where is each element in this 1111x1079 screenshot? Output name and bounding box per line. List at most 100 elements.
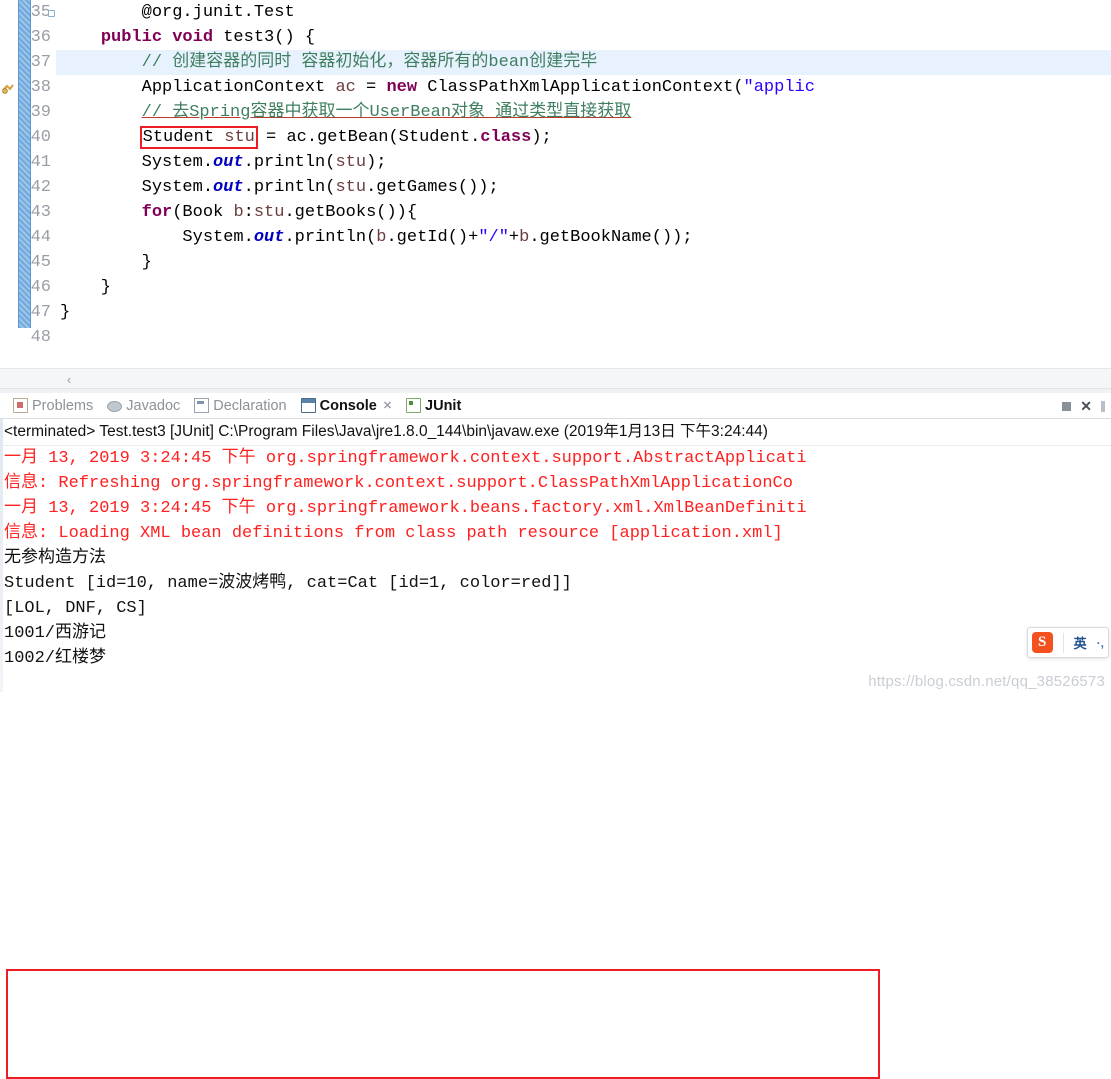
code-line[interactable] [56, 325, 1111, 350]
line-number: 36 [30, 28, 51, 47]
code-token: .println( [284, 228, 377, 247]
code-token: "/" [478, 228, 509, 247]
code-line[interactable]: public void test3() { [56, 25, 1111, 50]
console-line: 无参构造方法 [4, 549, 106, 568]
code-line[interactable]: System.out.println(stu.getGames()); [56, 175, 1111, 200]
tab-label: Javadoc [126, 397, 181, 414]
blog-watermark: https://blog.csdn.net/qq_38526573 [868, 673, 1105, 690]
sogou-ime-toolbar[interactable]: S 英 ·, [1026, 627, 1109, 658]
console-output-panel[interactable]: <terminated> Test.test3 [JUnit] C:\Progr… [0, 419, 1111, 692]
tab-label: Console [319, 397, 377, 414]
console-icon [300, 398, 316, 413]
sogou-logo-icon[interactable]: S [1031, 632, 1053, 653]
code-line[interactable]: ApplicationContext ac = new ClassPathXml… [56, 75, 1111, 100]
console-line: 1002/红楼梦 [4, 649, 107, 668]
code-token: } [60, 303, 71, 322]
code-token: + [508, 228, 520, 247]
code-token: out [213, 153, 244, 172]
ime-mode-label[interactable]: 英 [1074, 633, 1087, 652]
code-token: .println( [243, 178, 336, 197]
editor-horizontal-scrollbar[interactable]: ‹ [0, 368, 1111, 390]
close-icon[interactable]: ✕ [1080, 399, 1092, 413]
code-line[interactable]: @org.junit.Test [56, 0, 1111, 25]
editor-gutter[interactable]: 35 36 37 38 39 40 41 42 43 44 45 46 47 48 [0, 0, 56, 369]
code-token: ); [531, 128, 552, 147]
code-token: "applic [743, 78, 815, 97]
line-number: 39 [30, 103, 51, 122]
code-line[interactable]: } [56, 275, 1111, 300]
code-token: (Book [172, 203, 234, 222]
declaration-icon [194, 398, 210, 413]
code-token: ); [366, 153, 387, 172]
tab-label: JUnit [425, 397, 462, 414]
tab-close-icon[interactable]: ✕ [383, 399, 392, 412]
minimize-icon[interactable] [1062, 401, 1072, 411]
java-editor[interactable]: 35 36 37 38 39 40 41 42 43 44 45 46 47 48 @org.junit.… [0, 0, 1111, 390]
view-tab-bar[interactable]: ✕ Problems Javadoc Declaration Console ✕ JUni… [0, 393, 1111, 419]
code-token: : [243, 203, 254, 222]
code-token: ac [335, 78, 356, 97]
console-view: ✕ Problems Javadoc Declaration Console ✕ JUni… [0, 393, 1111, 1079]
view-toolbar[interactable]: ✕ [1062, 393, 1105, 419]
tab-javadoc[interactable]: Javadoc [100, 394, 187, 418]
code-line[interactable]: System.out.println(stu); [56, 150, 1111, 175]
code-token: b [519, 228, 530, 247]
code-token: = ac.getBean(Student. [255, 128, 481, 147]
tab-junit[interactable]: JUnit [399, 394, 468, 418]
code-token: out [213, 178, 244, 197]
code-line[interactable]: for(Book b:stu.getBooks()){ [56, 200, 1111, 225]
code-area[interactable]: @org.junit.Test public void test3() { //… [56, 0, 1111, 369]
console-line: 1001/西游记 [4, 624, 107, 643]
process-terminated-line: <terminated> Test.test3 [JUnit] C:\Progr… [0, 419, 1111, 446]
line-number: 38 [30, 78, 51, 97]
code-token: ClassPathXmlApplicationContext( [417, 78, 744, 97]
code-token: System. [60, 228, 254, 247]
code-token: for [141, 203, 173, 222]
tab-console[interactable]: Console ✕ [294, 394, 399, 418]
code-line[interactable]: // 去Spring容器中获取一个UserBean对象 通过类型直接获取 [56, 100, 1111, 125]
ime-extra-label[interactable]: ·, [1097, 636, 1104, 650]
console-line: [LOL, DNF, CS] [4, 599, 147, 618]
tab-declaration[interactable]: Declaration [187, 394, 293, 418]
code-token: test3() { [213, 28, 316, 47]
code-token: stu [224, 128, 255, 147]
code-token: .println( [243, 153, 336, 172]
code-token: // 创建容器的同时 容器初始化，容器所有的bean创建完毕 [141, 53, 598, 72]
line-number: 45 [30, 253, 51, 272]
code-token: stu [253, 203, 285, 222]
console-line: 一月 13, 2019 3:24:45 下午 org.springframewo… [4, 449, 807, 468]
code-token: } [60, 253, 152, 272]
code-token: b [376, 228, 387, 247]
line-number: 35 [0, 0, 55, 25]
code-token: public void [100, 28, 214, 47]
tab-problems[interactable]: Problems [6, 394, 100, 418]
maximize-icon[interactable] [1101, 400, 1105, 412]
code-token: .getBookName()); [529, 228, 693, 247]
code-line[interactable]: } [56, 300, 1111, 325]
code-token: stu [335, 178, 367, 197]
code-token: class [480, 128, 532, 147]
highlighted-output-box [6, 969, 880, 1079]
highlighted-code-box: Student stu [139, 126, 258, 149]
junit-icon [406, 398, 422, 413]
line-number: 43 [30, 203, 51, 222]
console-log-text[interactable]: 一月 13, 2019 3:24:45 下午 org.springframewo… [0, 446, 1111, 671]
tab-label: Declaration [213, 397, 287, 414]
javadoc-icon [107, 401, 123, 412]
scroll-track[interactable] [84, 373, 1109, 386]
code-token: new [386, 78, 418, 97]
code-token: .getBooks()){ [284, 203, 418, 222]
code-token: // 去Spring容器中获取一个UserBean对象 通过类型直接获取 [141, 103, 632, 122]
scroll-left-arrow-icon[interactable]: ‹ [56, 370, 82, 390]
code-line[interactable]: System.out.println(b.getId()+"/"+b.getBo… [56, 225, 1111, 250]
code-token: stu [335, 153, 367, 172]
code-line[interactable]: Student stu = ac.getBean(Student.class); [56, 125, 1111, 150]
code-token: } [60, 278, 112, 297]
line-number: 40 [30, 128, 51, 147]
code-line[interactable]: // 创建容器的同时 容器初始化，容器所有的bean创建完毕 [56, 50, 1111, 75]
code-line[interactable]: } [56, 250, 1111, 275]
